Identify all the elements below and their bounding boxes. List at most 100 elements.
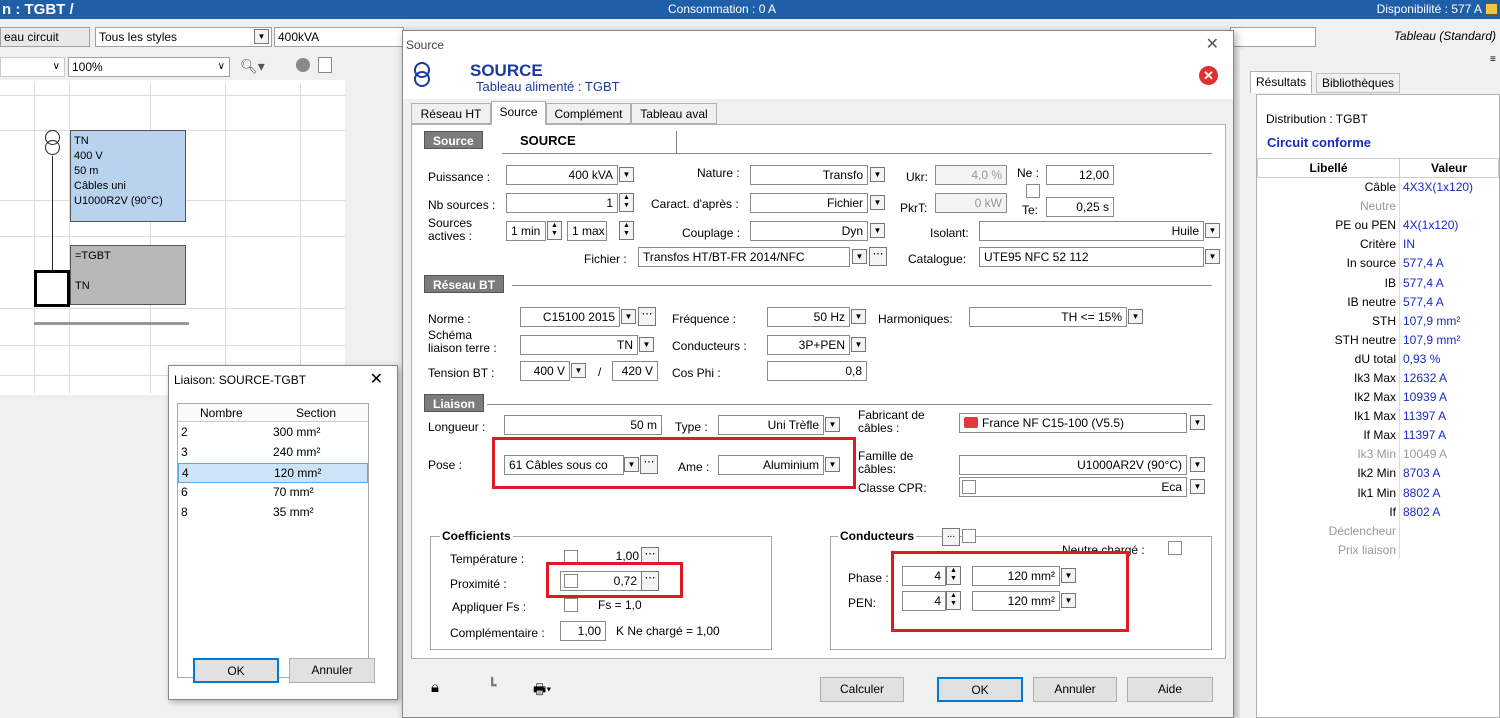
chevron-down-icon[interactable]: ▼	[825, 417, 840, 432]
close-icon[interactable]: ✕	[1206, 34, 1219, 54]
sa-min-field[interactable]: 1 min	[506, 221, 546, 241]
chevron-down-icon[interactable]: ▼	[1128, 309, 1143, 324]
chevron-down-icon[interactable]: ▼	[870, 167, 885, 182]
table-row[interactable]: Neutre	[1257, 196, 1499, 216]
chevron-down-icon[interactable]: ▼	[851, 337, 866, 352]
fs-checkbox[interactable]	[564, 598, 578, 612]
table-row[interactable]: In source 577,4 A	[1257, 253, 1499, 273]
table-row[interactable]: STH neutre 107,9 mm²	[1257, 330, 1499, 350]
annuler-button[interactable]: Annuler	[1033, 677, 1117, 702]
chevron-down-icon[interactable]: ▼	[621, 309, 636, 324]
list-item[interactable]: 8 35 mm²	[178, 503, 368, 523]
table-row[interactable]: If Max 11397 A	[1257, 425, 1499, 445]
pkrt-field[interactable]: 0 kW	[935, 193, 1007, 213]
chevron-down-icon[interactable]: ▼	[1190, 479, 1205, 494]
longueur-field[interactable]: 50 m	[504, 415, 662, 435]
neutre-charge-checkbox[interactable]	[1168, 541, 1182, 555]
lock-icon[interactable]: 🔒︎	[431, 679, 439, 696]
chevron-down-icon[interactable]: ▼	[851, 309, 866, 324]
list-item[interactable]: 2 300 mm²	[178, 423, 368, 443]
tab-bibliotheques[interactable]: Bibliothèques	[1316, 73, 1401, 93]
section-list[interactable]: Nombre Section 2 300 mm² 3 240 mm² 4 120 mm² 6…	[177, 403, 369, 678]
fichier-browse-button[interactable]: ⋯	[869, 247, 887, 266]
ukr-field[interactable]: 4,0 %	[935, 165, 1007, 185]
harmoniques-select[interactable]: TH <= 15%	[969, 307, 1127, 327]
catalogue-select[interactable]: UTE95 NFC 52 112	[979, 247, 1204, 267]
chevron-down-icon[interactable]: ▼	[571, 363, 586, 378]
cosphi-field[interactable]: 0,8	[767, 361, 867, 381]
chevron-down-icon[interactable]: ▼	[1205, 249, 1220, 264]
table-row[interactable]: IB 577,4 A	[1257, 272, 1499, 293]
magnifier-icon[interactable]: 🔍︎▾	[240, 58, 265, 75]
schema-select[interactable]: TN	[520, 335, 638, 355]
chevron-down-icon[interactable]: ▼	[852, 249, 867, 264]
source-box[interactable]: TN 400 V 50 m Câbles uni U1000R2V (90°C)	[70, 130, 186, 222]
table-row[interactable]: If 8802 A	[1257, 502, 1499, 522]
print-icon[interactable]: 🖶▾	[533, 679, 551, 703]
spinner-icon[interactable]: ▲ ▼	[619, 221, 634, 240]
sa-max-field[interactable]: 1 max	[567, 221, 607, 241]
table-row[interactable]: dU total 0,93 %	[1257, 349, 1499, 369]
list-item[interactable]: 4 120 mm²	[178, 463, 368, 483]
panel-toggle-icon[interactable]: ≡	[1490, 54, 1496, 65]
tab-source[interactable]: Source	[491, 101, 546, 125]
tension2-field[interactable]: 420 V	[612, 361, 658, 381]
col-section[interactable]: Section	[296, 406, 336, 420]
chevron-down-icon[interactable]: ▼	[1190, 415, 1205, 430]
norme-browse-button[interactable]: ⋯	[638, 307, 656, 326]
selected-cell[interactable]	[34, 270, 70, 307]
search-field[interactable]	[1230, 27, 1316, 47]
tab-resultats[interactable]: Résultats	[1250, 71, 1313, 93]
table-row[interactable]: PE ou PEN 4X(1x120)	[1257, 215, 1499, 235]
ne-field[interactable]: 12,00	[1046, 165, 1114, 185]
power-field[interactable]: 400kVA	[274, 27, 404, 47]
zoom-select[interactable]: 100% ∨	[68, 57, 230, 77]
norme-select[interactable]: C15100 2015	[520, 307, 620, 327]
tension-select[interactable]: 400 V	[520, 361, 570, 381]
calculer-button[interactable]: Calculer	[820, 677, 904, 702]
table-row[interactable]: Déclencheur	[1257, 521, 1499, 541]
table-row[interactable]: Prix liaison	[1257, 540, 1499, 560]
circuit-button[interactable]: eau circuit	[0, 27, 90, 47]
tool-icon[interactable]	[296, 58, 310, 72]
chevron-down-icon[interactable]: ▼	[1205, 223, 1220, 238]
table-row[interactable]: Ik2 Max 10939 A	[1257, 387, 1499, 407]
list-item[interactable]: 3 240 mm²	[178, 443, 368, 463]
fabricant-select[interactable]: France NF C15-100 (V5.5)	[959, 413, 1187, 433]
close-icon[interactable]: ✕	[370, 369, 383, 389]
conducteurs-checkbox[interactable]	[962, 529, 976, 543]
nature-select[interactable]: Transfo	[750, 165, 868, 185]
nbsources-field[interactable]: 1	[506, 193, 618, 213]
error-close-icon[interactable]: ✕	[1199, 66, 1218, 85]
liaison-ok-button[interactable]: OK	[193, 658, 279, 683]
table-row[interactable]: Ik1 Min 8802 A	[1257, 483, 1499, 503]
table-row[interactable]: Critère IN	[1257, 234, 1499, 254]
aide-button[interactable]: Aide	[1127, 677, 1213, 702]
chevron-down-icon[interactable]: ▼	[639, 337, 654, 352]
table-row[interactable]: Câble 4X3X(1x120)	[1257, 177, 1499, 197]
famille-select[interactable]: U1000AR2V (90°C)	[959, 455, 1187, 475]
tab-réseau-ht[interactable]: Réseau HT	[411, 103, 491, 124]
source-name[interactable]: SOURCE	[502, 131, 677, 153]
style-select[interactable]: Tous les styles ▼	[95, 27, 272, 47]
frequence-select[interactable]: 50 Hz	[767, 307, 850, 327]
conducteurs-select[interactable]: 3P+PEN	[767, 335, 850, 355]
tab-complément[interactable]: Complément	[546, 103, 631, 124]
table-row[interactable]: Ik3 Max 12632 A	[1257, 368, 1499, 388]
tgbt-box[interactable]: =TGBT TN	[70, 245, 186, 305]
chevron-down-icon[interactable]: ▼	[619, 167, 634, 182]
couplage-select[interactable]: Dyn	[750, 221, 868, 241]
chevron-down-icon[interactable]: ▼	[870, 195, 885, 210]
chevron-down-icon[interactable]: ▼	[254, 29, 269, 44]
cpr-checkbox[interactable]	[962, 480, 976, 494]
chevron-down-icon[interactable]: ▼	[870, 223, 885, 238]
zoom-mode-select[interactable]: ∨	[0, 57, 65, 77]
table-row[interactable]: Ik2 Min 8703 A	[1257, 463, 1499, 483]
type-select[interactable]: Uni Trèfle	[718, 415, 824, 435]
table-row[interactable]: Ik3 Min 10049 A	[1257, 444, 1499, 464]
isolant-select[interactable]: Huile	[979, 221, 1204, 241]
ok-button[interactable]: OK	[937, 677, 1023, 702]
calendar-icon[interactable]	[1485, 3, 1498, 15]
chevron-down-icon[interactable]: ▼	[1190, 457, 1205, 472]
col-nombre[interactable]: Nombre	[200, 406, 243, 420]
